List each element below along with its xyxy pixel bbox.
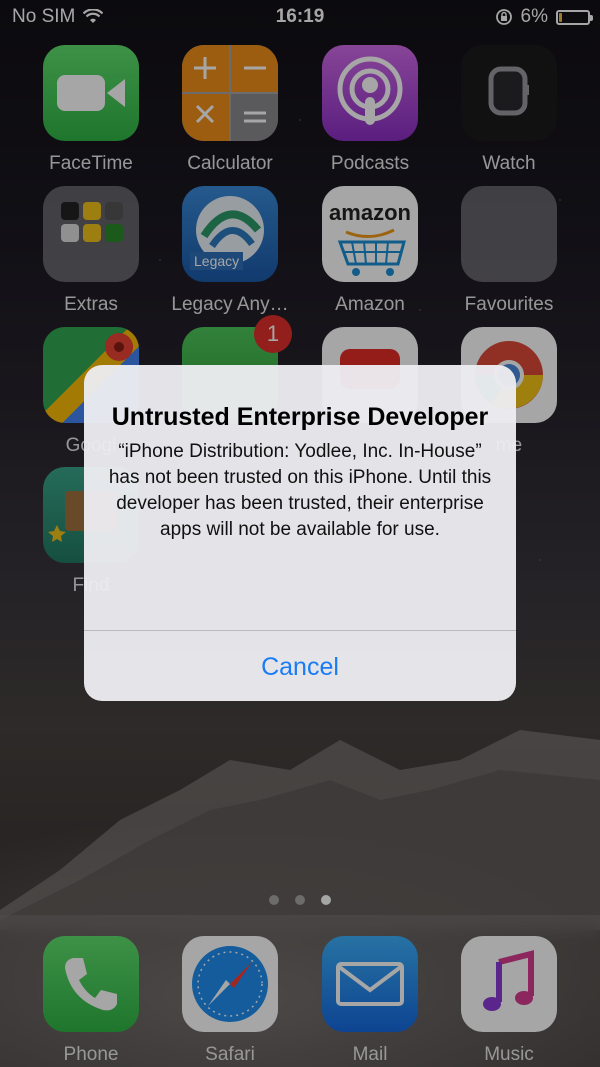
alert-title: Untrusted Enterprise Developer	[111, 403, 489, 431]
alert-dialog: Untrusted Enterprise Developer “iPhone D…	[84, 365, 516, 701]
alert-message: “iPhone Distribution: Yodlee, Inc. In-Ho…	[108, 441, 492, 540]
cancel-button[interactable]: Cancel	[84, 631, 516, 701]
